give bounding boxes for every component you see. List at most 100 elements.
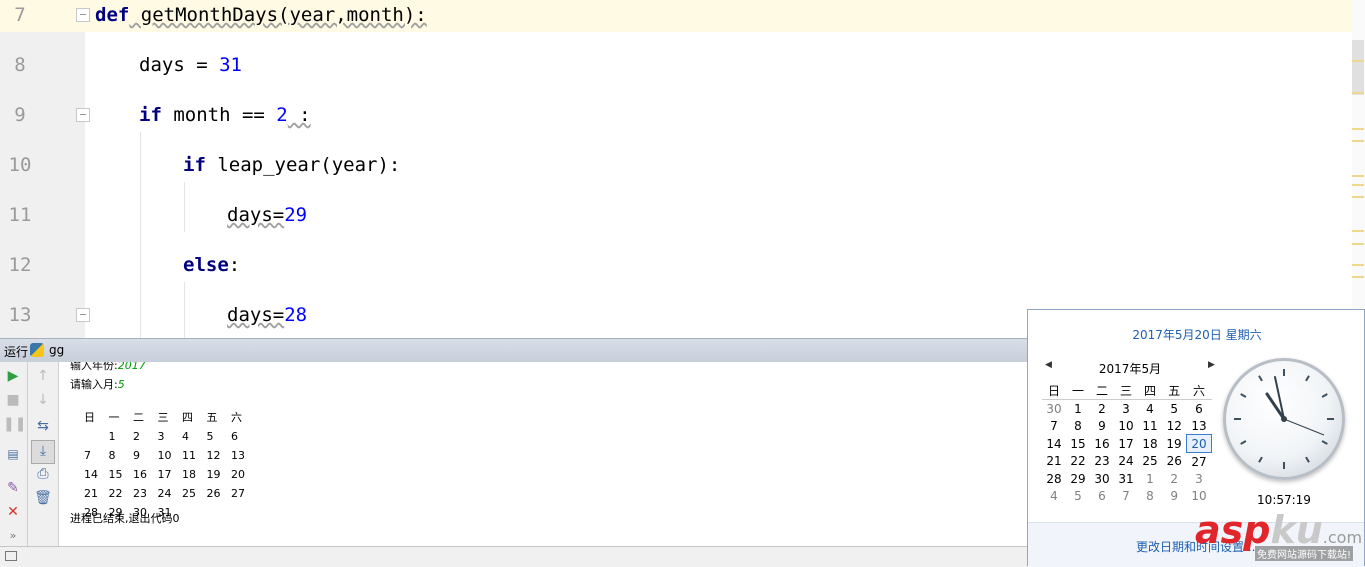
day-cell[interactable]: 10 [1114, 417, 1138, 435]
day-cell[interactable]: 16 [1090, 435, 1114, 453]
day-cell[interactable]: 7 [1114, 487, 1138, 504]
day-cell[interactable]: 18 [1138, 435, 1162, 453]
scroll-to-end-icon[interactable]: ⤓ [31, 440, 55, 464]
code-line-13[interactable]: days=28 [227, 300, 307, 330]
stripe-marker[interactable] [1352, 276, 1364, 278]
day-cell[interactable]: 17 [1114, 435, 1138, 453]
weekday-header-row: 日一二三四五六 [1042, 382, 1212, 400]
day-cell[interactable]: 13 [1187, 417, 1212, 435]
prev-month-icon[interactable]: ◀ [1045, 360, 1052, 370]
tick-10 [1240, 393, 1247, 398]
stripe-marker[interactable] [1352, 264, 1364, 266]
code-line-9[interactable]: if month == 2 : [139, 100, 311, 130]
run-toolbar-left: ▶ ■ ❚❚ ▤ ✎ ✕ » [0, 362, 28, 546]
run-config-name[interactable]: gg [49, 343, 64, 357]
day-cell[interactable]: 1 [1066, 400, 1090, 418]
day-cell[interactable]: 5 [1066, 487, 1090, 504]
fold-marker-icon[interactable] [76, 108, 90, 122]
scroll-thumb[interactable] [1352, 40, 1364, 95]
code-line-12[interactable]: else: [183, 250, 240, 280]
day-cell[interactable]: 29 [1066, 470, 1090, 487]
day-cell[interactable]: 9 [1090, 417, 1114, 435]
clock-face [1234, 369, 1334, 469]
day-cell[interactable]: 5 [1162, 400, 1187, 418]
code-editor[interactable]: 7 8 9 10 11 12 13 def getMonthDays(year,… [0, 0, 1365, 338]
code-line-10[interactable]: if leap_year(year): [183, 150, 400, 180]
day-cell[interactable]: 6 [1187, 400, 1212, 418]
arrow-down-icon[interactable]: ↓ [33, 390, 53, 410]
day-cell[interactable]: 7 [1042, 417, 1066, 435]
code-line-11[interactable]: days=29 [227, 200, 307, 230]
day-cell[interactable]: 4 [1042, 487, 1066, 504]
stripe-marker[interactable] [1352, 60, 1364, 62]
day-cell[interactable]: 26 [1162, 453, 1187, 471]
stripe-marker[interactable] [1352, 230, 1364, 232]
line-number: 11 [8, 204, 32, 226]
code-text: leap_year(year): [205, 154, 401, 176]
fold-marker-icon[interactable] [76, 308, 90, 322]
code-text: : [287, 104, 311, 126]
day-cell[interactable]: 10 [1187, 487, 1212, 504]
day-cell[interactable]: 25 [1138, 453, 1162, 471]
fold-marker-icon[interactable] [76, 8, 90, 22]
stripe-marker[interactable] [1352, 184, 1364, 186]
layout-icon[interactable]: ▤ [3, 444, 23, 464]
day-cell[interactable]: 1 [1138, 470, 1162, 487]
more-icon[interactable]: » [3, 526, 23, 546]
day-cell[interactable]: 11 [1138, 417, 1162, 435]
day-cell[interactable]: 21 [1042, 453, 1066, 471]
trash-icon[interactable]: 🗑 [33, 488, 53, 508]
today-cell[interactable]: 20 [1186, 434, 1212, 453]
run-icon[interactable]: ▶ [3, 366, 23, 386]
day-cell[interactable]: 30 [1042, 400, 1066, 418]
day-cell[interactable]: 19 [1162, 435, 1187, 453]
pin-icon[interactable]: ✎ [3, 478, 23, 498]
stripe-marker[interactable] [1352, 175, 1364, 177]
arrow-up-icon[interactable]: ↑ [33, 366, 53, 386]
day-cell[interactable]: 22 [1066, 453, 1090, 471]
stripe-marker[interactable] [1352, 140, 1364, 142]
day-cell[interactable]: 14 [1042, 435, 1066, 453]
day-cell[interactable]: 6 [1090, 487, 1114, 504]
print-icon[interactable]: ⎙ [33, 464, 53, 484]
day-cell[interactable]: 2 [1162, 470, 1187, 487]
day-cell[interactable]: 9 [1162, 487, 1187, 504]
console-output[interactable]: 输入年份:2017 请输入月:5 日一二三四五六 123456 7 8 9 10 11 1… [60, 362, 1028, 546]
stripe-marker[interactable] [1352, 196, 1364, 198]
tick-11 [1258, 375, 1263, 382]
soft-wrap-icon[interactable]: ⇆ [33, 416, 53, 436]
full-date-link[interactable]: 2017年5月20日 星期六 [1028, 326, 1365, 343]
stripe-marker[interactable] [1352, 243, 1364, 245]
day-cell[interactable]: 30 [1090, 470, 1114, 487]
day-cell[interactable]: 28 [1042, 470, 1066, 487]
code-line-8[interactable]: days = 31 [139, 50, 242, 80]
code-text: getMonthDays(year,month): [129, 4, 427, 26]
stripe-marker[interactable] [1352, 92, 1364, 94]
day-cell[interactable]: 8 [1066, 417, 1090, 435]
day-cell[interactable]: 15 [1066, 435, 1090, 453]
code-line-7[interactable]: def getMonthDays(year,month): [95, 0, 427, 30]
day-cell[interactable]: 3 [1187, 470, 1212, 487]
run-toolbar-right: ↑ ↓ ⇆ ⤓ ⎙ 🗑 [28, 362, 59, 546]
close-icon[interactable]: ✕ [3, 502, 23, 522]
weekday: 二 [1090, 382, 1114, 400]
day-cell[interactable]: 27 [1187, 453, 1212, 471]
day-cell[interactable]: 2 [1090, 400, 1114, 418]
tool-windows-icon[interactable] [5, 551, 17, 561]
keyword-if: if [183, 154, 206, 176]
error-stripe[interactable] [1352, 0, 1365, 338]
pause-icon[interactable]: ❚❚ [3, 414, 26, 434]
day-cell[interactable]: 24 [1114, 453, 1138, 471]
day-cell[interactable]: 31 [1114, 470, 1138, 487]
day-cell[interactable]: 8 [1138, 487, 1162, 504]
tick-5 [1305, 456, 1310, 463]
stop-icon[interactable]: ■ [3, 390, 23, 410]
day-cell[interactable]: 3 [1114, 400, 1138, 418]
run-tab-label[interactable]: 运行 [4, 343, 28, 360]
day-cell[interactable]: 12 [1162, 417, 1187, 435]
day-cell[interactable]: 4 [1138, 400, 1162, 418]
next-month-icon[interactable]: ▶ [1208, 360, 1215, 370]
month-title[interactable]: 2017年5月 [1080, 360, 1180, 377]
day-cell[interactable]: 23 [1090, 453, 1114, 471]
stripe-marker[interactable] [1352, 128, 1364, 130]
